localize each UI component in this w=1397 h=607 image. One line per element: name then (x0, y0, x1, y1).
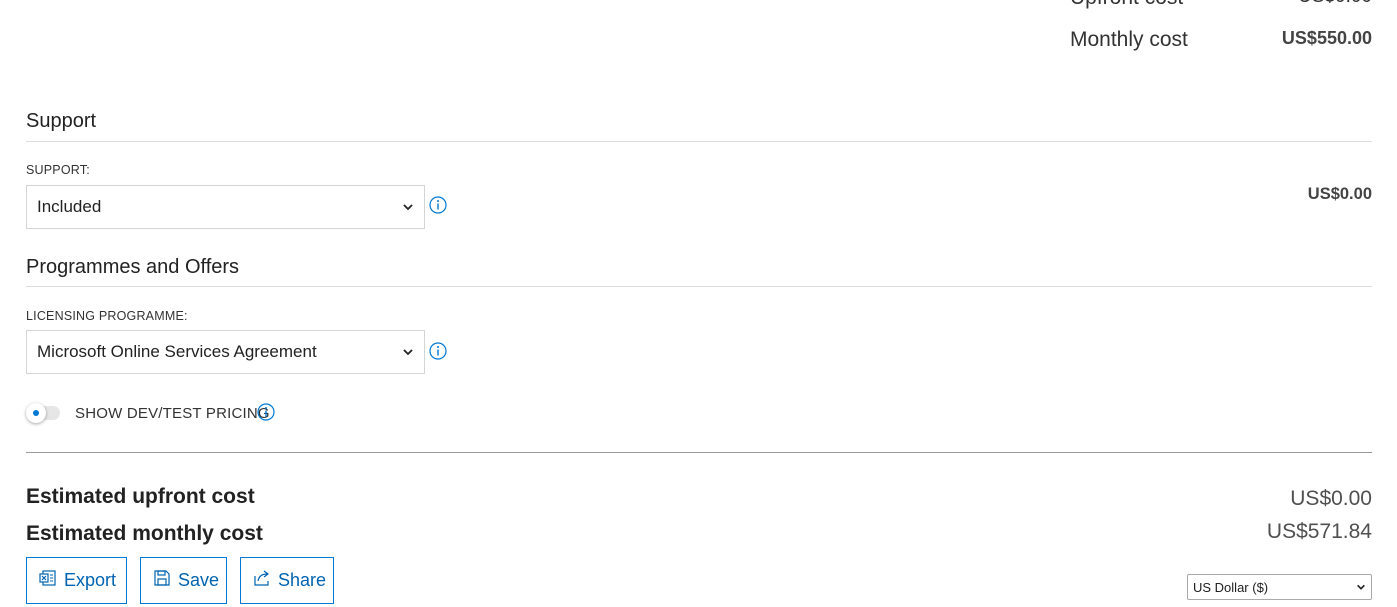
info-icon[interactable] (429, 196, 447, 214)
chevron-down-icon (1356, 582, 1366, 592)
currency-select-value: US Dollar ($) (1193, 579, 1269, 595)
chevron-down-icon (402, 201, 414, 213)
dev-test-pricing-toggle[interactable] (26, 403, 60, 423)
info-icon[interactable] (257, 403, 275, 421)
estimated-upfront-value: US$0.00 (1290, 487, 1372, 510)
estimate-divider (26, 452, 1372, 453)
support-cost-value: US$0.00 (1307, 185, 1372, 203)
licensing-select-value: Microsoft Online Services Agreement (37, 342, 317, 361)
upfront-cost-label: Upfront cost (1070, 0, 1183, 10)
licensing-field-label: LICENSING PROGRAMME: (26, 309, 188, 323)
support-section-title: Support (26, 110, 97, 132)
toggle-knob (26, 403, 46, 423)
share-button[interactable]: Share (240, 557, 334, 604)
estimated-upfront-label: Estimated upfront cost (26, 485, 255, 508)
monthly-cost-row: Monthly cost US$550.00 (1070, 28, 1372, 52)
share-button-label: Share (278, 570, 327, 590)
support-select[interactable]: Included (26, 185, 425, 229)
chevron-down-icon (402, 346, 414, 358)
estimated-monthly-value: US$571.84 (1266, 520, 1372, 543)
share-icon (252, 568, 272, 593)
save-button-label: Save (178, 570, 220, 590)
programmes-section-title: Programmes and Offers (26, 256, 240, 278)
estimated-monthly-label: Estimated monthly cost (26, 522, 263, 545)
licensing-select[interactable]: Microsoft Online Services Agreement (26, 330, 425, 374)
excel-icon (38, 568, 58, 593)
save-button[interactable]: Save (140, 557, 227, 604)
support-field-label: SUPPORT: (26, 163, 90, 177)
floppy-disk-icon (152, 568, 172, 593)
section-divider (26, 286, 1372, 287)
currency-select[interactable]: US Dollar ($) (1187, 574, 1372, 600)
export-button[interactable]: Export (26, 557, 127, 604)
upfront-cost-row: Upfront cost US$0.00 (1070, 0, 1372, 10)
monthly-cost-value: US$550.00 (1281, 28, 1372, 48)
info-icon[interactable] (429, 342, 447, 360)
export-button-label: Export (64, 570, 117, 590)
upfront-cost-value: US$0.00 (1298, 0, 1372, 10)
support-select-value: Included (37, 197, 102, 216)
section-divider (26, 141, 1372, 142)
dev-test-pricing-label: SHOW DEV/TEST PRICING (75, 405, 270, 422)
monthly-cost-label: Monthly cost (1070, 28, 1188, 51)
